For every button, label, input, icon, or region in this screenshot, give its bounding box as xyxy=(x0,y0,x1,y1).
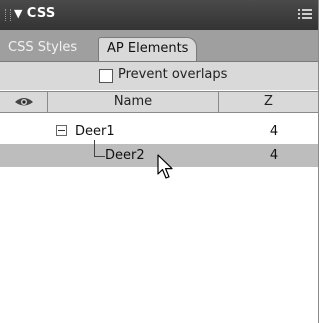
panel-title-text: CSS xyxy=(26,6,56,21)
collapse-toggle-icon[interactable] xyxy=(56,125,67,136)
element-z-index: 4 xyxy=(269,124,279,139)
element-name: Deer2 xyxy=(105,148,145,163)
panel-title[interactable]: ▼ CSS xyxy=(14,6,56,21)
name-column-header[interactable]: Name xyxy=(48,92,219,112)
tab-bar: CSS Styles AP Elements xyxy=(0,30,318,62)
prevent-overlaps-checkbox[interactable] xyxy=(99,69,113,83)
z-column-header[interactable]: Z xyxy=(219,92,318,112)
grip-icon[interactable] xyxy=(5,9,11,21)
visibility-column-header[interactable] xyxy=(0,92,48,112)
table-row[interactable]: Deer1 4 xyxy=(0,120,318,143)
tab-ap-elements[interactable]: AP Elements xyxy=(98,37,198,61)
mouse-pointer-icon xyxy=(157,154,173,179)
panel-options-icon[interactable] xyxy=(298,8,312,20)
table-header: Name Z xyxy=(0,91,318,113)
tab-css-styles[interactable]: CSS Styles xyxy=(0,37,86,61)
prevent-overlaps-label[interactable]: Prevent overlaps xyxy=(118,67,227,82)
tree-connector xyxy=(94,140,105,157)
panel-title-bar[interactable]: ▼ CSS xyxy=(0,0,318,30)
ap-elements-panel: ▼ CSS CSS Styles AP Elements Prevent over… xyxy=(0,0,319,323)
collapse-arrow-icon[interactable]: ▼ xyxy=(14,7,23,20)
element-z-index: 4 xyxy=(269,148,279,163)
eye-icon xyxy=(15,98,33,106)
